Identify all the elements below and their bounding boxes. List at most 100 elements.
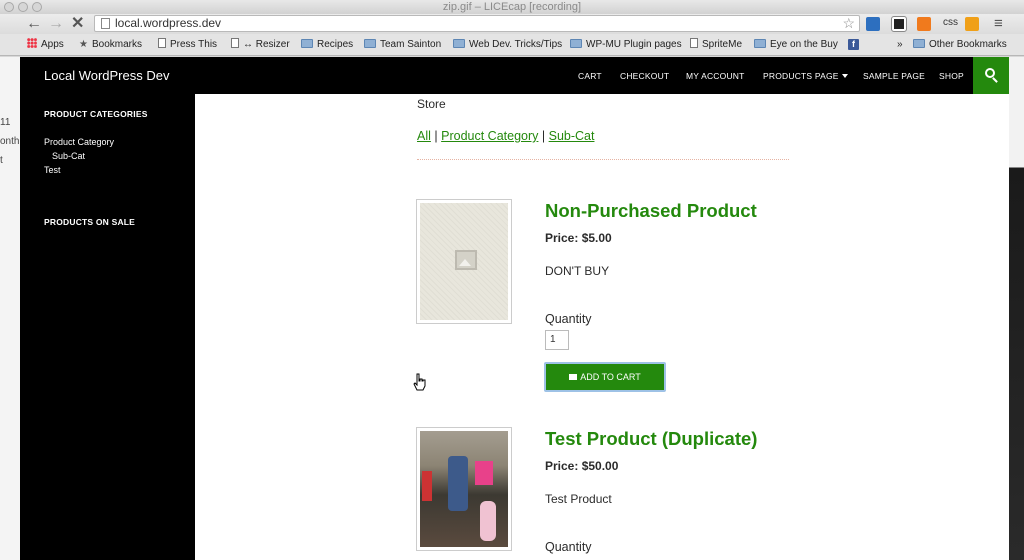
- overflow-label: »: [897, 39, 903, 50]
- category-link-sub-cat[interactable]: Sub-Cat: [52, 151, 85, 161]
- product-thumbnail[interactable]: [416, 427, 512, 551]
- add-to-cart-label: ADD TO CART: [580, 372, 641, 382]
- page-icon: [231, 38, 239, 48]
- extension-amazon-icon[interactable]: [965, 17, 979, 31]
- background-text: t: [0, 155, 3, 166]
- product-title[interactable]: Non-Purchased Product: [545, 200, 757, 222]
- price-label: Price:: [545, 231, 579, 245]
- product-description: Test Product: [545, 492, 612, 506]
- page-icon: [101, 18, 110, 29]
- folder-icon: [364, 39, 376, 48]
- placeholder-image: [420, 203, 508, 320]
- bookmark-other[interactable]: Other Bookmarks: [913, 38, 1007, 52]
- main-content: Store All | Product Category | Sub-Cat N…: [195, 94, 1009, 560]
- price-label: Price:: [545, 459, 579, 473]
- apps-grid-icon: [27, 38, 37, 48]
- site-title[interactable]: Local WordPress Dev: [44, 68, 169, 83]
- facebook-icon: f: [848, 39, 859, 50]
- url-text[interactable]: local.wordpress.dev: [115, 16, 221, 31]
- filter-link-product-category[interactable]: Product Category: [441, 129, 538, 143]
- nav-item-cart[interactable]: CART: [578, 71, 602, 81]
- bookmark-label: Eye on the Buy: [770, 39, 838, 50]
- quantity-input[interactable]: 1: [545, 330, 569, 350]
- bookmark-web-dev-tricks[interactable]: Web Dev. Tricks/Tips: [453, 38, 562, 52]
- star-icon: ★: [79, 39, 88, 50]
- stop-loading-icon[interactable]: ✕: [71, 15, 84, 33]
- category-link-product-category[interactable]: Product Category: [44, 137, 114, 147]
- page-icon: [158, 38, 166, 48]
- product-price: Price: $5.00: [545, 231, 612, 245]
- browser-toolbar: ← → ✕ local.wordpress.dev ☆ css ≡: [0, 14, 1024, 34]
- photo-detail: [480, 501, 496, 541]
- bookmark-recipes[interactable]: Recipes: [301, 38, 353, 52]
- bookmark-wpmu-plugins[interactable]: WP-MU Plugin pages: [570, 38, 682, 52]
- extension-orange-icon[interactable]: [917, 17, 931, 31]
- search-button[interactable]: [973, 57, 1009, 94]
- filter-link-sub-cat[interactable]: Sub-Cat: [549, 129, 595, 143]
- extension-css-label[interactable]: css: [943, 17, 958, 28]
- category-filter-bar: All | Product Category | Sub-Cat: [417, 129, 594, 143]
- bookmark-label: Web Dev. Tricks/Tips: [469, 39, 563, 50]
- bookmark-label: WP-MU Plugin pages: [586, 39, 682, 50]
- bookmark-spriteme[interactable]: SpriteMe: [690, 38, 742, 52]
- nav-item-label: PRODUCTS PAGE: [763, 71, 839, 81]
- cart-icon: [569, 374, 578, 380]
- zoom-window-button[interactable]: [32, 2, 42, 12]
- category-link-test[interactable]: Test: [44, 165, 61, 175]
- background-text: 11: [0, 117, 11, 128]
- nav-item-products-page[interactable]: PRODUCTS PAGE: [763, 71, 848, 81]
- website: Local WordPress Dev CART CHECKOUT MY ACC…: [20, 57, 1009, 560]
- close-window-button[interactable]: [4, 2, 14, 12]
- site-header: Local WordPress Dev CART CHECKOUT MY ACC…: [20, 57, 1009, 94]
- extension-blue-icon[interactable]: [866, 17, 880, 31]
- menu-icon[interactable]: ≡: [994, 15, 1003, 33]
- background-text: onth: [0, 136, 20, 147]
- bookmarks-overflow-button[interactable]: »: [897, 38, 903, 52]
- bookmark-star-icon[interactable]: ☆: [842, 15, 855, 32]
- bookmark-apps[interactable]: Apps: [27, 38, 64, 52]
- bookmark-facebook[interactable]: f: [848, 38, 859, 52]
- forward-arrow-icon[interactable]: →: [48, 15, 64, 33]
- filter-link-all[interactable]: All: [417, 129, 431, 143]
- quantity-label: Quantity: [545, 312, 592, 326]
- page-title: Store: [417, 97, 446, 111]
- bookmark-label: SpriteMe: [702, 39, 743, 50]
- bookmark-label: Apps: [41, 39, 64, 50]
- background-window-left: 11 onth t: [0, 57, 20, 560]
- bookmark-label: ↔ Resizer: [243, 39, 290, 50]
- bookmarks-bar: Apps ★ Bookmarks Press This ↔ Resizer Rec…: [0, 34, 1024, 56]
- bookmark-label: Press This: [170, 39, 218, 50]
- bookmark-label: Recipes: [317, 39, 354, 50]
- photo-detail: [475, 461, 493, 485]
- bookmark-bookmarks[interactable]: ★ Bookmarks: [79, 38, 142, 52]
- sidebar: PRODUCT CATEGORIES Product Category Sub-…: [20, 94, 195, 560]
- search-icon-handle: [992, 77, 998, 83]
- bookmark-eye-on-the-buy[interactable]: Eye on the Buy: [754, 38, 838, 52]
- bookmark-press-this[interactable]: Press This: [158, 38, 217, 52]
- price-value: $5.00: [581, 231, 612, 245]
- products-on-sale-title: PRODUCTS ON SALE: [44, 217, 136, 227]
- address-bar[interactable]: local.wordpress.dev ☆: [94, 15, 860, 32]
- product-thumbnail-placeholder[interactable]: [416, 199, 512, 324]
- window-titlebar: zip.gif – LICEcap [recording]: [0, 0, 1024, 14]
- bookmark-label: Bookmarks: [91, 39, 142, 50]
- nav-item-shop[interactable]: SHOP: [939, 71, 964, 81]
- product-categories-title: PRODUCT CATEGORIES: [44, 109, 148, 119]
- nav-item-checkout[interactable]: CHECKOUT: [620, 71, 669, 81]
- bookmark-label: Team Sainton: [380, 39, 442, 50]
- divider: [417, 159, 789, 160]
- add-to-cart-button[interactable]: ADD TO CART: [544, 362, 666, 392]
- minimize-window-button[interactable]: [18, 2, 28, 12]
- folder-icon: [301, 39, 313, 48]
- product-title[interactable]: Test Product (Duplicate): [545, 428, 757, 450]
- nav-item-sample-page[interactable]: SAMPLE PAGE: [863, 71, 925, 81]
- filter-separator: |: [541, 129, 546, 143]
- extension-qr-icon[interactable]: [891, 16, 907, 32]
- product-price: Price: $50.00: [545, 459, 618, 473]
- folder-icon: [754, 39, 766, 48]
- nav-item-my-account[interactable]: MY ACCOUNT: [686, 71, 745, 81]
- back-arrow-icon[interactable]: ←: [26, 15, 42, 33]
- bookmark-resizer[interactable]: ↔ Resizer: [231, 38, 290, 52]
- page-icon: [690, 38, 698, 48]
- bookmark-team-sainton[interactable]: Team Sainton: [364, 38, 441, 52]
